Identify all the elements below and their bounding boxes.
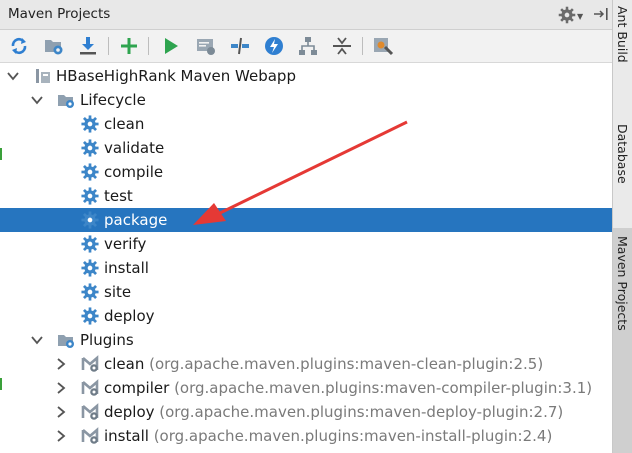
goal-label: site bbox=[104, 283, 132, 301]
maven-settings-icon[interactable] bbox=[372, 35, 394, 57]
side-tab-label: Database bbox=[615, 124, 630, 184]
project-name: HBaseHighRank Maven Webapp bbox=[56, 67, 296, 85]
chevron-down-icon[interactable] bbox=[6, 64, 20, 88]
gear-icon bbox=[81, 307, 99, 325]
plugin-icon bbox=[81, 427, 99, 445]
tree-node-lifecycle[interactable]: Lifecycle bbox=[0, 88, 612, 112]
chevron-right-icon[interactable] bbox=[54, 352, 68, 376]
lifecycle-goal[interactable]: clean bbox=[0, 112, 612, 136]
goal-label: install bbox=[104, 259, 149, 277]
side-tab-label: Maven Projects bbox=[615, 236, 630, 331]
gear-icon[interactable] bbox=[558, 6, 576, 24]
lifecycle-goal[interactable]: verify bbox=[0, 232, 612, 256]
plugin-coordinates: (org.apache.maven.plugins:maven-deploy-p… bbox=[159, 403, 564, 421]
lifecycle-goal[interactable]: site bbox=[0, 280, 612, 304]
goal-label: clean bbox=[104, 115, 145, 133]
toolbar-separator bbox=[362, 37, 363, 55]
plugin-name: deploy bbox=[104, 403, 155, 421]
side-tab-database[interactable]: Database bbox=[613, 118, 632, 228]
editor-gutter-marker bbox=[0, 148, 2, 160]
plugin-name: compiler bbox=[104, 379, 170, 397]
plugin-icon bbox=[81, 355, 99, 373]
chevron-down-icon[interactable] bbox=[30, 88, 44, 112]
plugin-node[interactable]: deploy (org.apache.maven.plugins:maven-d… bbox=[0, 400, 612, 424]
title-bar: Maven Projects ▼ bbox=[0, 0, 612, 30]
plugin-coordinates: (org.apache.maven.plugins:maven-clean-pl… bbox=[149, 355, 544, 373]
toggle-offline-icon[interactable] bbox=[229, 35, 251, 57]
plugin-name: clean bbox=[104, 355, 145, 373]
goal-label: deploy bbox=[104, 307, 155, 325]
lifecycle-goal[interactable]: compile bbox=[0, 160, 612, 184]
gear-icon bbox=[81, 187, 99, 205]
goal-label: verify bbox=[104, 235, 147, 253]
goal-label: compile bbox=[104, 163, 164, 181]
lifecycle-goal[interactable]: deploy bbox=[0, 304, 612, 328]
toolbar-separator bbox=[108, 37, 109, 55]
lifecycle-goal-selected[interactable]: package bbox=[0, 208, 612, 232]
chevron-right-icon[interactable] bbox=[54, 376, 68, 400]
show-dependencies-icon[interactable] bbox=[297, 35, 319, 57]
editor-gutter-marker bbox=[0, 378, 2, 390]
lifecycle-label: Lifecycle bbox=[80, 91, 146, 109]
gear-icon bbox=[81, 211, 99, 229]
execute-goal-icon[interactable] bbox=[195, 35, 217, 57]
gear-icon bbox=[81, 163, 99, 181]
plugins-label: Plugins bbox=[80, 331, 134, 349]
plugin-node[interactable]: clean (org.apache.maven.plugins:maven-cl… bbox=[0, 352, 612, 376]
add-icon[interactable] bbox=[118, 35, 140, 57]
chevron-right-icon[interactable] bbox=[54, 400, 68, 424]
maven-project-icon bbox=[34, 67, 52, 85]
goal-label: test bbox=[104, 187, 133, 205]
side-tab-maven-projects[interactable]: Maven Projects bbox=[613, 228, 632, 453]
panel-title: Maven Projects bbox=[8, 6, 111, 22]
tool-window-strip: Ant Build Database Maven Projects bbox=[612, 0, 632, 453]
side-tab-ant-build[interactable]: Ant Build bbox=[613, 0, 632, 118]
gear-icon bbox=[81, 259, 99, 277]
hide-panel-icon[interactable] bbox=[593, 7, 609, 21]
plugin-name: install bbox=[104, 427, 149, 445]
plugin-coordinates: (org.apache.maven.plugins:maven-install-… bbox=[153, 427, 553, 445]
collapse-all-icon[interactable] bbox=[331, 35, 353, 57]
lifecycle-goal[interactable]: validate bbox=[0, 136, 612, 160]
plugin-icon bbox=[81, 379, 99, 397]
plugin-coordinates: (org.apache.maven.plugins:maven-compiler… bbox=[174, 379, 593, 397]
run-maven-build-icon[interactable] bbox=[160, 35, 182, 57]
lifecycle-goal[interactable]: install bbox=[0, 256, 612, 280]
gear-icon bbox=[81, 235, 99, 253]
tree-node-plugins[interactable]: Plugins bbox=[0, 328, 612, 352]
chevron-down-icon[interactable]: ▼ bbox=[577, 12, 583, 21]
gear-icon bbox=[81, 115, 99, 133]
lifecycle-goal[interactable]: test bbox=[0, 184, 612, 208]
reimport-icon[interactable] bbox=[8, 35, 30, 57]
plugin-node[interactable]: install (org.apache.maven.plugins:maven-… bbox=[0, 424, 612, 448]
chevron-down-icon[interactable] bbox=[30, 328, 44, 352]
maven-toolbar bbox=[0, 30, 612, 63]
gear-icon bbox=[81, 139, 99, 157]
folder-icon bbox=[57, 331, 75, 349]
folder-icon bbox=[57, 91, 75, 109]
side-tab-label: Ant Build bbox=[615, 6, 630, 63]
maven-project-tree: HBaseHighRank Maven Webapp Lifecycle cle… bbox=[0, 63, 612, 453]
plugin-node[interactable]: compiler (org.apache.maven.plugins:maven… bbox=[0, 376, 612, 400]
goal-label: validate bbox=[104, 139, 165, 157]
gear-icon bbox=[81, 283, 99, 301]
plugin-icon bbox=[81, 403, 99, 421]
chevron-right-icon[interactable] bbox=[54, 424, 68, 448]
add-maven-project-icon[interactable] bbox=[43, 35, 65, 57]
tree-node-project[interactable]: HBaseHighRank Maven Webapp bbox=[0, 64, 612, 88]
goal-label: package bbox=[104, 211, 168, 229]
skip-tests-icon[interactable] bbox=[263, 35, 285, 57]
toolbar-separator bbox=[148, 37, 149, 55]
download-sources-icon[interactable] bbox=[77, 35, 99, 57]
